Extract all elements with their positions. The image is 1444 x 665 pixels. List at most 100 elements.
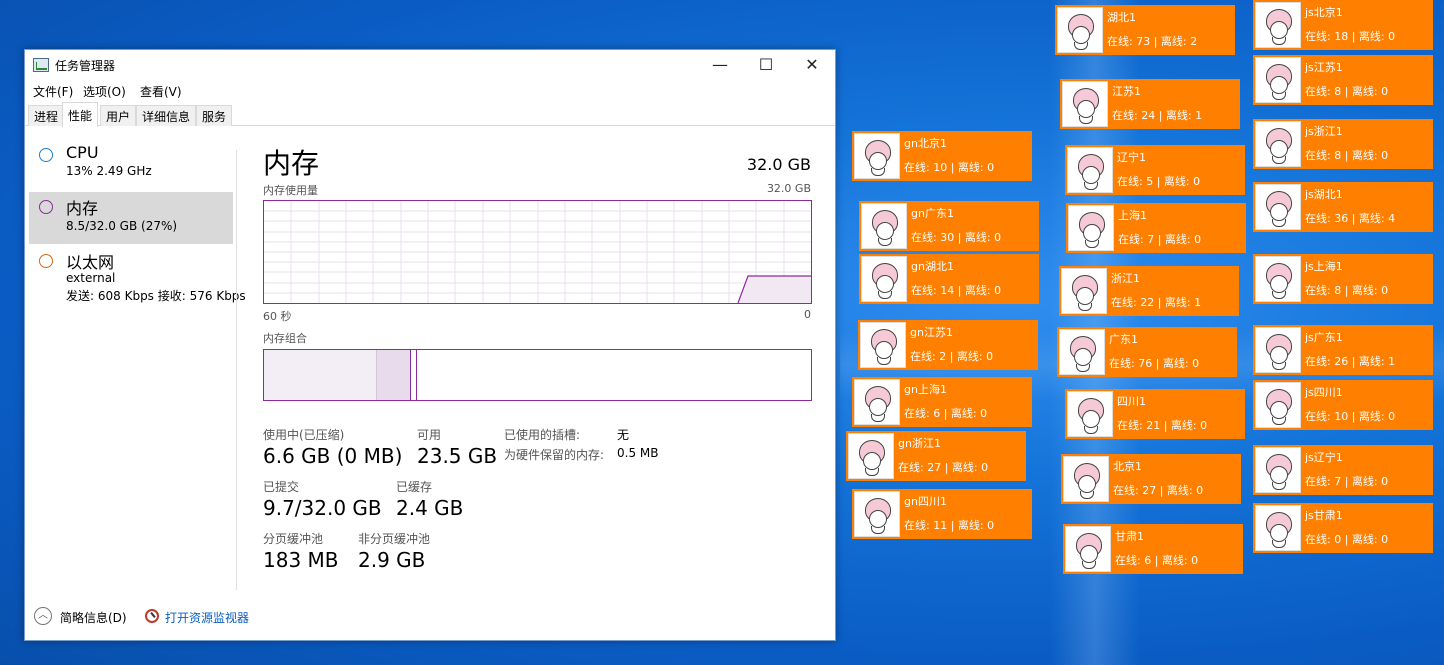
tab-performance[interactable]: 性能 — [62, 102, 99, 127]
card-title: js上海1 — [1305, 260, 1343, 273]
status-card[interactable]: js上海1 在线: 8 | 离线: 0 — [1253, 254, 1433, 304]
card-title: 江苏1 — [1112, 85, 1141, 98]
in-use-label: 使用中(已压缩) — [263, 428, 345, 442]
card-status: 在线: 11 | 离线: 0 — [904, 519, 995, 532]
avatar — [860, 322, 906, 368]
title-bar[interactable]: 任务管理器 — ☐ ✕ — [25, 50, 835, 80]
sidebar-item-cpu[interactable]: CPU 13% 2.49 GHz — [29, 140, 233, 192]
status-card[interactable]: gn北京1 在线: 10 | 离线: 0 — [852, 131, 1032, 181]
status-card[interactable]: gn广东1 在线: 30 | 离线: 0 — [859, 201, 1039, 251]
card-title: 北京1 — [1113, 460, 1142, 473]
status-card[interactable]: js湖北1 在线: 36 | 离线: 4 — [1253, 182, 1433, 232]
available-label: 可用 — [417, 428, 442, 442]
status-card[interactable]: gn四川1 在线: 11 | 离线: 0 — [852, 489, 1032, 539]
paged-pool-value: 183 MB — [263, 548, 339, 572]
status-card[interactable]: js北京1 在线: 18 | 离线: 0 — [1253, 0, 1433, 50]
card-title: gn北京1 — [904, 137, 947, 150]
card-title: 甘肃1 — [1115, 530, 1144, 543]
memory-composition-label: 内存组合 — [263, 332, 307, 345]
card-title: 上海1 — [1118, 209, 1147, 222]
performance-sidebar: CPU 13% 2.49 GHz 内存 8.5/32.0 GB (27%) 以太… — [25, 126, 246, 596]
avatar — [1255, 57, 1301, 103]
avatar — [861, 203, 907, 249]
card-title: gn上海1 — [904, 383, 947, 396]
status-card[interactable]: 甘肃1 在线: 6 | 离线: 0 — [1063, 524, 1243, 574]
card-title: js湖北1 — [1305, 188, 1343, 201]
avatar — [1255, 121, 1301, 167]
sidebar-item-memory[interactable]: 内存 8.5/32.0 GB (27%) — [29, 192, 233, 244]
graph-axis-end: 0 — [804, 308, 811, 321]
close-button[interactable]: ✕ — [789, 50, 835, 80]
tab-processes[interactable]: 进程 — [28, 105, 65, 126]
status-card[interactable]: js浙江1 在线: 8 | 离线: 0 — [1253, 119, 1433, 169]
avatar — [1065, 526, 1111, 572]
tab-details[interactable]: 详细信息 — [136, 105, 197, 126]
ethernet-label: 以太网 — [66, 253, 115, 272]
status-card[interactable]: 上海1 在线: 7 | 离线: 0 — [1066, 203, 1246, 253]
status-card[interactable]: js广东1 在线: 26 | 离线: 1 — [1253, 325, 1433, 375]
committed-value: 9.7/32.0 GB — [263, 496, 382, 520]
avatar — [1067, 147, 1113, 193]
status-card[interactable]: js江苏1 在线: 8 | 离线: 0 — [1253, 55, 1433, 105]
avatar — [1068, 205, 1114, 251]
avatar — [1067, 391, 1113, 437]
ethernet-indicator-icon — [39, 254, 53, 268]
status-card[interactable]: 四川1 在线: 21 | 离线: 0 — [1065, 389, 1245, 439]
card-status: 在线: 18 | 离线: 0 — [1305, 30, 1396, 43]
avatar — [1057, 7, 1103, 53]
card-status: 在线: 36 | 离线: 4 — [1305, 212, 1396, 225]
avatar — [854, 379, 900, 425]
menu-view[interactable]: 查看(V) — [140, 83, 182, 100]
footer-bar: ︿ 简略信息(D) 打开资源监视器 — [25, 602, 835, 638]
status-card[interactable]: 北京1 在线: 27 | 离线: 0 — [1061, 454, 1241, 504]
status-card[interactable]: 江苏1 在线: 24 | 离线: 1 — [1060, 79, 1240, 129]
status-card[interactable]: 广东1 在线: 76 | 离线: 0 — [1057, 327, 1237, 377]
avatar — [1255, 184, 1301, 230]
memory-usage-graph — [263, 200, 812, 304]
avatar — [1255, 327, 1301, 373]
status-card[interactable]: js四川1 在线: 10 | 离线: 0 — [1253, 380, 1433, 430]
status-card[interactable]: 湖北1 在线: 73 | 离线: 2 — [1055, 5, 1235, 55]
maximize-button[interactable]: ☐ — [743, 50, 789, 80]
menu-file[interactable]: 文件(F) — [33, 83, 73, 100]
memory-total: 32.0 GB — [746, 155, 811, 174]
card-status: 在线: 7 | 离线: 0 — [1305, 475, 1389, 488]
status-card[interactable]: js甘肃1 在线: 0 | 离线: 0 — [1253, 503, 1433, 553]
menu-options[interactable]: 选项(O) — [83, 83, 126, 100]
status-card[interactable]: js辽宁1 在线: 7 | 离线: 0 — [1253, 445, 1433, 495]
ethernet-throughput: 发送: 608 Kbps 接收: 576 Kbps — [66, 289, 246, 303]
status-card[interactable]: gn上海1 在线: 6 | 离线: 0 — [852, 377, 1032, 427]
hardware-reserved-label: 为硬件保留的内存: — [504, 448, 605, 462]
avatar — [1255, 256, 1301, 302]
card-title: gn江苏1 — [910, 326, 953, 339]
avatar — [1255, 2, 1301, 48]
fewer-details-link[interactable]: 简略信息(D) — [60, 609, 127, 626]
in-use-value: 6.6 GB (0 MB) — [263, 444, 403, 468]
slots-used-label: 已使用的插槽: — [504, 428, 581, 442]
card-status: 在线: 27 | 离线: 0 — [898, 461, 989, 474]
status-card[interactable]: 浙江1 在线: 22 | 离线: 1 — [1059, 266, 1239, 316]
minimize-button[interactable]: — — [697, 50, 743, 80]
tab-services[interactable]: 服务 — [196, 105, 233, 126]
card-status: 在线: 0 | 离线: 0 — [1305, 533, 1389, 546]
status-card[interactable]: gn浙江1 在线: 27 | 离线: 0 — [846, 431, 1026, 481]
card-status: 在线: 8 | 离线: 0 — [1305, 85, 1389, 98]
avatar — [1255, 447, 1301, 493]
avatar — [1059, 329, 1105, 375]
open-resource-monitor-link[interactable]: 打开资源监视器 — [165, 609, 249, 626]
status-card[interactable]: gn江苏1 在线: 2 | 离线: 0 — [858, 320, 1038, 370]
card-status: 在线: 2 | 离线: 0 — [910, 350, 994, 363]
card-title: gn广东1 — [911, 207, 954, 220]
card-status: 在线: 6 | 离线: 0 — [904, 407, 988, 420]
tab-users[interactable]: 用户 — [100, 105, 137, 126]
card-status: 在线: 8 | 离线: 0 — [1305, 284, 1389, 297]
composition-modified — [377, 350, 411, 400]
card-title: 浙江1 — [1111, 272, 1140, 285]
hardware-reserved-value: 0.5 MB — [617, 446, 659, 460]
chevron-up-icon[interactable]: ︿ — [34, 607, 52, 625]
status-card[interactable]: 辽宁1 在线: 5 | 离线: 0 — [1065, 145, 1245, 195]
status-card[interactable]: gn湖北1 在线: 14 | 离线: 0 — [859, 254, 1039, 304]
card-title: gn四川1 — [904, 495, 947, 508]
sidebar-item-ethernet[interactable]: 以太网 external 发送: 608 Kbps 接收: 576 Kbps — [29, 246, 246, 310]
memory-usage-max: 32.0 GB — [766, 182, 811, 195]
